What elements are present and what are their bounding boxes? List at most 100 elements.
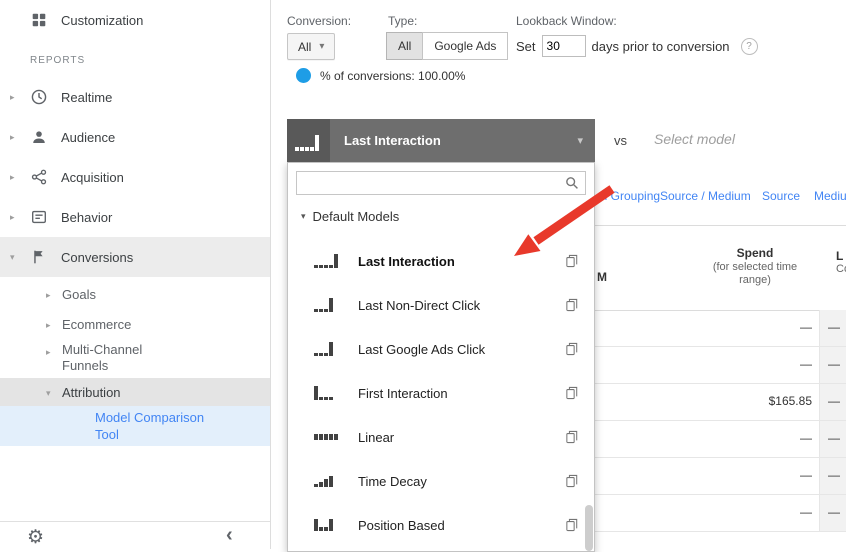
expand-arrow-icon[interactable]: ▸	[10, 92, 15, 103]
bar-chart-icon	[314, 475, 342, 487]
sidebar-item-label: Realtime	[61, 89, 113, 105]
model-option-position-based[interactable]: Position Based	[288, 503, 594, 547]
spend-value: $165.85	[768, 394, 812, 408]
bar-chart-icon	[314, 434, 342, 440]
model-option-last-google-ads-click[interactable]: Last Google Ads Click	[288, 327, 594, 371]
lookback-window-control: Set days prior to conversion ?	[516, 35, 758, 57]
share-icon	[30, 168, 48, 186]
table-header-fragment-right: L Co	[836, 249, 846, 276]
sidebar-item-label: Attribution	[62, 385, 121, 400]
search-input[interactable]	[296, 171, 586, 195]
bar-chart-icon	[314, 254, 342, 268]
type-segmented-control: All Google Ads	[386, 32, 509, 60]
sidebar-item-label: Acquisition	[61, 169, 124, 185]
spend-header-subtitle: (for selected time range)	[712, 261, 798, 286]
page-icon	[30, 208, 48, 226]
model-search	[296, 171, 586, 195]
lookback-prefix: Set	[516, 38, 536, 54]
conversion-value: All	[298, 39, 312, 54]
model-option-time-decay[interactable]: Time Decay	[288, 459, 594, 503]
conversion-label: Conversion:	[287, 14, 352, 28]
search-icon	[565, 176, 579, 193]
bar-chart-icon	[314, 386, 342, 400]
collapse-sidebar-icon[interactable]: ‹	[226, 524, 233, 547]
sidebar-item-label: Audience	[61, 129, 116, 145]
sidebar-item-goals[interactable]: ▸ Goals	[0, 280, 270, 310]
reports-section-label: REPORTS	[30, 55, 86, 66]
sidebar-item-label: Behavior	[61, 209, 113, 225]
help-icon[interactable]: ?	[740, 37, 758, 55]
copy-model-icon[interactable]	[566, 254, 578, 268]
expand-arrow-icon[interactable]: ▸	[10, 172, 15, 183]
expand-arrow-icon[interactable]: ▸	[10, 132, 15, 143]
last-interaction-model-icon	[287, 119, 330, 162]
link-source-medium[interactable]: Source / Medium	[660, 189, 751, 203]
model-option-linear[interactable]: Linear	[288, 415, 594, 459]
lookback-suffix: days prior to conversion	[591, 38, 730, 54]
flag-icon	[30, 248, 48, 266]
sidebar-item-ecommerce[interactable]: ▸ Ecommerce	[0, 310, 270, 340]
sidebar-item-conversions[interactable]: ▾ Conversions	[0, 237, 270, 277]
sidebar-item-multi-channel-funnels[interactable]: ▸ Multi-Channel Funnels	[0, 342, 270, 382]
sidebar-footer-divider	[0, 521, 270, 522]
link-source[interactable]: Source	[762, 189, 800, 203]
sidebar-item-customization[interactable]: Customization	[0, 0, 270, 40]
collapse-arrow-icon[interactable]: ▾	[10, 252, 15, 263]
spend-value: —	[800, 431, 812, 445]
model-option-last-non-direct-click[interactable]: Last Non-Direct Click	[288, 283, 594, 327]
spend-value: —	[800, 320, 812, 334]
conversion-dropdown[interactable]: All ▾	[287, 33, 336, 60]
sidebar-item-label: Conversions	[61, 249, 134, 265]
type-all-button[interactable]: All	[386, 32, 424, 60]
bar-chart-icon	[314, 298, 342, 312]
model-option-last-interaction[interactable]: Last Interaction	[288, 239, 594, 283]
sidebar-item-realtime[interactable]: ▸ Realtime	[0, 77, 270, 117]
conversions-dot-icon	[296, 68, 311, 83]
select-model-placeholder[interactable]: Select model	[654, 131, 735, 147]
copy-model-icon[interactable]	[566, 386, 578, 400]
sidebar-item-acquisition[interactable]: ▸ Acquisition	[0, 157, 270, 197]
copy-model-icon[interactable]	[566, 430, 578, 444]
link-channel-grouping[interactable]: el Grouping	[598, 189, 660, 203]
copy-model-icon[interactable]	[566, 298, 578, 312]
spend-value: —	[800, 357, 812, 371]
percent-of-conversions-text: % of conversions: 100.00%	[320, 68, 466, 83]
settings-gear-icon[interactable]: ⚙	[27, 526, 44, 549]
chevron-down-icon: ▾	[577, 135, 583, 147]
customization-icon	[30, 11, 48, 29]
spend-value: —	[800, 505, 812, 519]
model-option-first-interaction[interactable]: First Interaction	[288, 371, 594, 415]
spend-value: —	[800, 468, 812, 482]
type-google-ads-button[interactable]: Google Ads	[422, 32, 509, 60]
model-selector[interactable]: Last Interaction ▾	[287, 119, 595, 162]
type-label: Type:	[388, 14, 418, 28]
expand-arrow-icon[interactable]: ▸	[46, 347, 51, 358]
copy-model-icon[interactable]	[566, 342, 578, 356]
sidebar-item-attribution[interactable]: ▾ Attribution	[0, 378, 270, 408]
chevron-down-icon: ▾	[319, 41, 325, 52]
link-medium[interactable]: Mediu	[814, 189, 846, 203]
table-header-fragment-left: M	[597, 270, 607, 284]
sidebar-item-label: Goals	[62, 287, 96, 302]
default-models-section-header[interactable]: ▾ Default Models	[301, 207, 594, 225]
sidebar-item-label: Model Comparison Tool	[95, 410, 205, 442]
expand-arrow-icon[interactable]: ▸	[46, 320, 51, 331]
copy-model-icon[interactable]	[566, 474, 578, 488]
lookback-days-input[interactable]	[541, 35, 586, 57]
spend-header-title: Spend	[736, 246, 774, 260]
scrollbar-thumb[interactable]	[585, 505, 593, 551]
expand-arrow-icon[interactable]: ▸	[46, 290, 51, 301]
sidebar-item-behavior[interactable]: ▸ Behavior	[0, 197, 270, 237]
collapse-arrow-icon: ▾	[301, 210, 306, 221]
sidebar-item-label: Ecommerce	[62, 317, 132, 332]
sidebar-item-model-comparison-tool[interactable]: Model Comparison Tool	[0, 406, 270, 446]
percent-of-conversions: % of conversions: 100.00%	[296, 68, 465, 83]
collapse-arrow-icon[interactable]: ▾	[46, 388, 51, 399]
bar-chart-icon	[314, 342, 342, 356]
bar-chart-icon	[314, 519, 342, 531]
selected-model-label: Last Interaction	[344, 133, 441, 148]
sidebar: Customization REPORTS ▸ Realtime ▸ Audie…	[0, 0, 271, 549]
copy-model-icon[interactable]	[566, 518, 578, 532]
expand-arrow-icon[interactable]: ▸	[10, 212, 15, 223]
sidebar-item-audience[interactable]: ▸ Audience	[0, 117, 270, 157]
